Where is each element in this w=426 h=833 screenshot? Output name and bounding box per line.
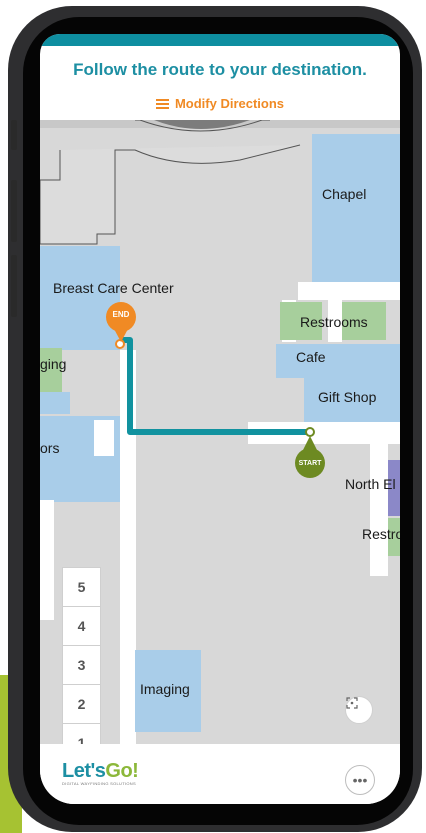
room-label-imaging-left: ging <box>40 356 67 372</box>
recenter-button[interactable] <box>345 696 373 724</box>
logo-subtitle: DIGITAL WAYFINDING SOLUTIONS <box>62 781 136 786</box>
logo-text-accent: Go! <box>105 760 139 782</box>
start-marker-pin-icon <box>295 436 325 478</box>
floor-button-3[interactable]: 3 <box>62 645 101 685</box>
end-marker-label: END <box>112 310 130 319</box>
floor-button-5[interactable]: 5 <box>62 567 101 607</box>
room-label-chapel: Chapel <box>322 186 367 202</box>
page-title: Follow the route to your destination. <box>73 60 367 79</box>
volume-up-button <box>11 180 17 242</box>
floor-button-4[interactable]: 4 <box>62 606 101 646</box>
modify-directions-button[interactable]: Modify Directions <box>40 96 400 111</box>
room-label-imaging-bottom: Imaging <box>140 681 190 697</box>
menu-icon <box>155 98 169 109</box>
room-label-restrooms: Restrooms <box>300 314 368 330</box>
logo-text-main: Let's <box>62 760 106 782</box>
top-accent <box>40 34 400 46</box>
lets-go-logo: Let'sGo! DIGITAL WAYFINDING SOLUTIONS <box>62 760 139 786</box>
floor-button-1[interactable]: 1 <box>62 723 101 744</box>
room-label-gift-shop: Gift Shop <box>318 389 377 405</box>
mute-switch <box>11 120 17 150</box>
modify-directions-label: Modify Directions <box>174 96 285 111</box>
room-label-doors-left: ors <box>40 440 60 456</box>
room-label-breast-care: Breast Care Center <box>53 280 174 296</box>
volume-down-button <box>11 255 17 317</box>
room-label-cafe: Cafe <box>296 349 326 365</box>
app-screen: Follow the route to your destination. Mo… <box>40 34 400 804</box>
more-options-button[interactable]: ••• <box>345 765 375 795</box>
recenter-icon <box>346 697 358 709</box>
floor-button-2[interactable]: 2 <box>62 684 101 724</box>
ellipsis-icon: ••• <box>352 772 368 788</box>
floor-picker: 5 4 3 2 1 GF <box>62 567 101 744</box>
room-label-north: North El <box>345 476 396 492</box>
end-marker-pin-icon <box>106 302 136 342</box>
footer-bar: Let'sGo! DIGITAL WAYFINDING SOLUTIONS ••… <box>40 744 400 804</box>
room-label-restrooms-right: Restro <box>362 526 400 542</box>
start-marker-label: START <box>298 460 322 467</box>
map-view[interactable]: Chapel Breast Care Center Restrooms Cafe… <box>40 120 400 744</box>
